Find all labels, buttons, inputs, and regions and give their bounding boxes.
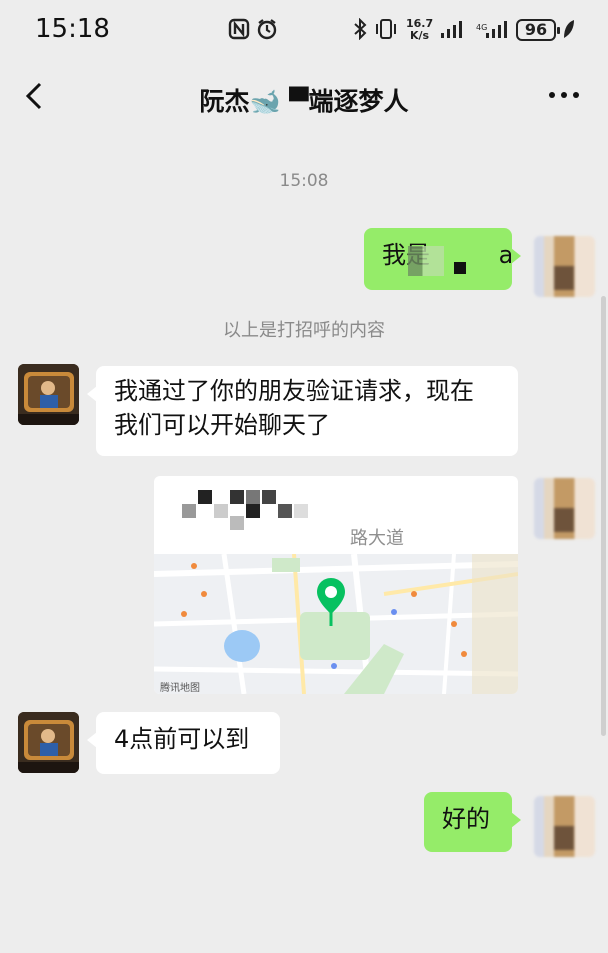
signal-icon: 4G [476, 21, 507, 38]
map-pin-icon [317, 578, 345, 626]
scrollbar[interactable] [601, 296, 606, 736]
avatar-photo-icon [18, 364, 79, 425]
message-bubble-outgoing[interactable]: 好的 [424, 792, 521, 852]
location-address: 路大道 [350, 528, 404, 549]
message-bubble-outgoing[interactable]: 我是 a [364, 228, 521, 290]
location-message-card[interactable]: 路大道 腾讯地图 [154, 476, 518, 694]
message-bubble-incoming[interactable]: 我通过了你的朋友验证请求，现在 我们可以开始聊天了 [87, 366, 518, 456]
network-speed: 16.7 K/s [406, 18, 433, 42]
status-time: 15:18 [35, 14, 110, 44]
svg-text:4G: 4G [476, 23, 487, 32]
message-text-line: 我通过了你的朋友验证请求，现在 [114, 377, 474, 405]
avatar-self[interactable] [534, 236, 595, 297]
avatar-photo-icon [18, 712, 79, 773]
chat-header: 阮杰🐋 ▀端逐梦人 [0, 62, 608, 132]
avatar-self[interactable] [534, 478, 595, 539]
avatar-peer[interactable] [18, 364, 79, 425]
battery-indicator: 96 [516, 19, 560, 41]
message-text: 我是 a [382, 241, 514, 269]
alarm-icon [257, 19, 277, 40]
chat-title: 阮杰🐋 ▀端逐梦人 [199, 87, 409, 116]
vibrate-icon [376, 19, 396, 39]
pixelated-redaction [182, 490, 308, 530]
avatar-self[interactable] [534, 796, 595, 857]
network-speed-unit: K/s [410, 29, 430, 42]
avatar-peer[interactable] [18, 712, 79, 773]
status-bar: 15:18 16.7 K/s 4G 96 [0, 0, 608, 62]
message-text-line: 我们可以开始聊天了 [114, 411, 330, 439]
message-text: 4点前可以到 [114, 725, 250, 753]
pixelated-redaction [408, 246, 444, 276]
pixelated-redaction [454, 262, 466, 274]
message-bubble-incoming[interactable]: 4点前可以到 [87, 712, 280, 774]
more-dots-icon[interactable] [546, 80, 582, 110]
nfc-icon [228, 18, 250, 40]
map-provider-label: 腾讯地图 [160, 683, 200, 694]
message-text: 好的 [442, 805, 490, 833]
system-note: 以上是打招呼的内容 [223, 320, 385, 341]
leaf-icon [564, 20, 574, 38]
signal-icon [441, 21, 462, 38]
bluetooth-icon [354, 18, 367, 40]
message-timestamp: 15:08 [279, 171, 329, 191]
